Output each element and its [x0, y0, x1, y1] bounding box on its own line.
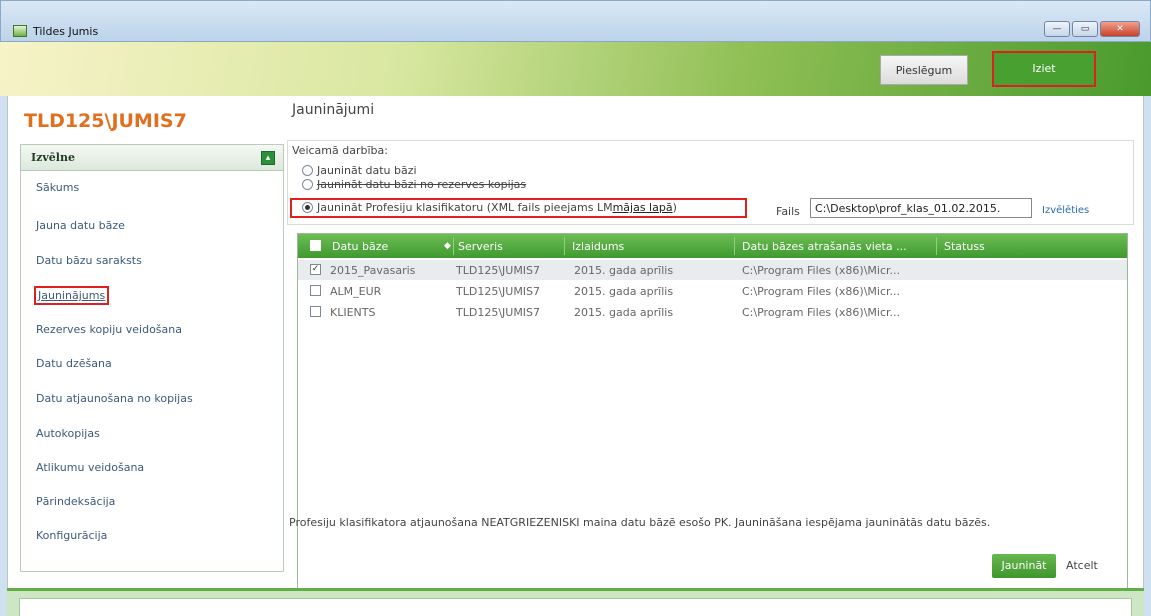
sidebar-item-autocopies[interactable]: Autokopijas [36, 427, 100, 440]
connection-button[interactable]: Pieslēgum [880, 55, 968, 85]
option-upgrade-from-backup[interactable]: Jaunināt datu bāzi no rezerves kopijas [302, 178, 526, 191]
window-title: Tildes Jumis [33, 25, 99, 38]
sort-arrow-icon: ◆ [444, 241, 451, 251]
app-icon [13, 25, 27, 37]
sidebar-item-configuration[interactable]: Konfigurācija [36, 529, 107, 542]
cell-release: 2015. gada aprīlis [574, 285, 674, 298]
radio-icon[interactable] [302, 165, 313, 176]
header-banner: Pieslēgum Iziet [0, 42, 1151, 96]
sidebar-item-new-database[interactable]: Jauna datu bāze [36, 219, 125, 232]
radio-icon[interactable] [302, 179, 313, 190]
table-row[interactable]: ✓ 2015_Pavasaris TLD125\JUMIS7 2015. gad… [298, 260, 1127, 280]
option-label: Jaunināt datu bāzi [317, 164, 417, 177]
sidebar-item-restore[interactable]: Datu atjaunošana no kopijas [36, 392, 193, 405]
cancel-button[interactable]: Atcelt [1066, 559, 1098, 572]
option-upgrade-database[interactable]: Jaunināt datu bāzi [302, 164, 417, 177]
cell-location: C:\Program Files (x86)\Micr... [742, 306, 901, 319]
cell-location: C:\Program Files (x86)\Micr... [742, 285, 901, 298]
column-location[interactable]: Datu bāzes atrašanās vieta ... [742, 240, 907, 253]
menu-title: Izvēlne [31, 151, 75, 164]
collapse-icon[interactable]: ▴ [261, 151, 275, 165]
close-button[interactable]: ✕ [1100, 21, 1140, 37]
cell-database: KLIENTS [330, 306, 376, 319]
table-row[interactable]: ALM_EUR TLD125\JUMIS7 2015. gada aprīlis… [298, 281, 1127, 301]
select-all-checkbox[interactable] [310, 240, 321, 251]
sidebar-item-balances[interactable]: Atlikumu veidošana [36, 461, 144, 474]
maximize-button[interactable]: ▭ [1072, 21, 1098, 37]
column-status[interactable]: Statuss [944, 240, 985, 253]
choose-file-link[interactable]: Izvēlēties [1042, 205, 1089, 216]
cell-database: 2015_Pavasaris [330, 264, 416, 277]
cell-server: TLD125\JUMIS7 [456, 285, 541, 298]
file-path-field[interactable]: C:\Desktop\prof_klas_01.02.2015. [810, 198, 1032, 218]
row-checkbox[interactable] [310, 285, 321, 296]
exit-button[interactable]: Iziet [992, 51, 1096, 87]
option-upgrade-profession-classifier[interactable]: Jaunināt Profesiju klasifikatoru (XML fa… [302, 201, 677, 214]
sidebar-item-delete-data[interactable]: Datu dzēšana [36, 357, 112, 370]
warning-text: Profesiju klasifikatora atjaunošana NEAT… [289, 516, 991, 529]
window-controls: — ▭ ✕ [1044, 21, 1140, 37]
database-table: Datu bāze ◆ Serveris Izlaidums Datu bāze… [297, 233, 1128, 594]
column-database[interactable]: Datu bāze [332, 240, 388, 253]
sidebar-item-database-list[interactable]: Datu bāzu saraksts [36, 254, 142, 267]
action-label: Veicamā darbība: [292, 144, 388, 157]
server-name: TLD125\JUMIS7 [24, 110, 187, 132]
window-titlebar: Tildes Jumis — ▭ ✕ [0, 0, 1151, 42]
update-button[interactable]: Jaunināt [992, 554, 1056, 578]
sidebar-item-backup[interactable]: Rezerves kopiju veidošana [36, 323, 182, 336]
file-label: Fails [776, 205, 800, 218]
radio-checked-icon[interactable] [302, 202, 313, 213]
cell-database: ALM_EUR [330, 285, 382, 298]
row-checkbox[interactable] [310, 306, 321, 317]
table-header: Datu bāze ◆ Serveris Izlaidums Datu bāze… [298, 234, 1127, 258]
option-label: Jaunināt datu bāzi no rezerves kopijas [317, 178, 527, 191]
row-checkbox[interactable]: ✓ [310, 264, 321, 275]
column-server[interactable]: Serveris [458, 240, 503, 253]
status-bar [7, 588, 1144, 616]
page-title: Jauninājumi [292, 102, 375, 118]
table-row[interactable]: KLIENTS TLD125\JUMIS7 2015. gada aprīlis… [298, 302, 1127, 322]
option-label-end: ) [672, 201, 677, 214]
menu-header: Izvēlne ▴ [21, 145, 283, 171]
sidebar-item-sakums[interactable]: Sākums [36, 181, 79, 194]
sidebar-item-upgrade[interactable]: Jauninājums [34, 286, 110, 305]
cell-server: TLD125\JUMIS7 [456, 306, 541, 319]
cell-release: 2015. gada aprīlis [574, 306, 674, 319]
cell-release: 2015. gada aprīlis [574, 264, 674, 277]
sidebar-item-reindex[interactable]: Pārindeksācija [36, 495, 115, 508]
status-field [19, 598, 1132, 616]
minimize-button[interactable]: — [1044, 21, 1070, 37]
option-label: Jaunināt Profesiju klasifikatoru (XML fa… [317, 201, 613, 214]
lm-home-link[interactable]: mājas lapā [613, 201, 673, 214]
cell-server: TLD125\JUMIS7 [456, 264, 541, 277]
column-release[interactable]: Izlaidums [572, 240, 624, 253]
cell-location: C:\Program Files (x86)\Micr... [742, 264, 901, 277]
